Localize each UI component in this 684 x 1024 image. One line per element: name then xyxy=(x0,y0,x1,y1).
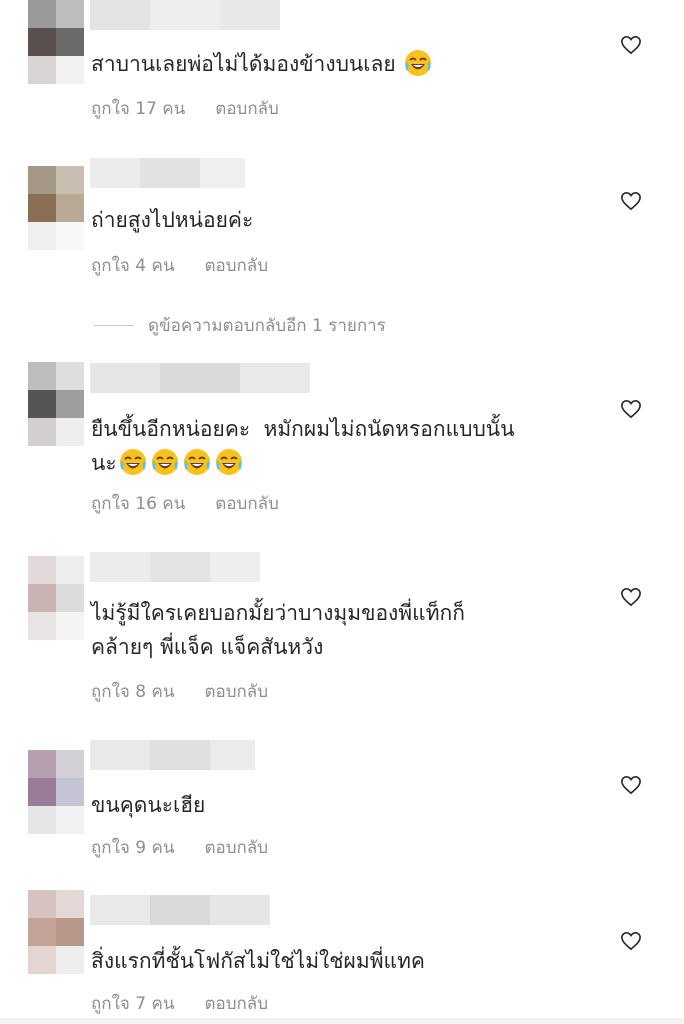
comment-text: สิ่งแรกที่ชั้นโฟกัสไม่ใช่ไม่ใช่ผมพี่แทค xyxy=(91,949,425,973)
like-count[interactable]: ถูกใจ 7 คน xyxy=(91,990,174,1017)
like-count[interactable]: ถูกใจ 9 คน xyxy=(91,834,174,861)
avatar[interactable] xyxy=(28,0,84,84)
username-blurred[interactable] xyxy=(90,0,280,30)
comment-text: ถ่ายสูงไปหน่อยค่ะ xyxy=(91,208,254,232)
username-blurred[interactable] xyxy=(90,552,260,582)
like-count[interactable]: ถูกใจ 4 คน xyxy=(91,252,174,279)
heart-outline-icon[interactable] xyxy=(620,775,642,795)
reply-button[interactable]: ตอบกลับ xyxy=(215,490,279,517)
reply-button[interactable]: ตอบกลับ xyxy=(204,252,268,279)
avatar[interactable] xyxy=(28,362,84,446)
comment-meta: ถูกใจ 16 คน ตอบกลับ xyxy=(91,490,279,517)
heart-outline-icon[interactable] xyxy=(620,587,642,607)
avatar[interactable] xyxy=(28,890,84,974)
comment-meta: ถูกใจ 9 คน ตอบกลับ xyxy=(91,834,268,861)
view-replies-label: ดูข้อความตอบกลับอีก 1 รายการ xyxy=(148,316,386,336)
comment-meta: ถูกใจ 4 คน ตอบกลับ xyxy=(91,252,268,279)
like-count[interactable]: ถูกใจ 16 คน xyxy=(91,490,185,517)
comment-text: ไม่รู้มีใครเคยบอกมั้ยว่าบางมุมของพี่แท็ก… xyxy=(91,601,465,659)
avatar[interactable] xyxy=(28,556,84,640)
face-with-tears-of-joy-emoji xyxy=(119,449,146,475)
reply-button[interactable]: ตอบกลับ xyxy=(204,678,268,705)
username-blurred[interactable] xyxy=(90,363,310,393)
face-with-tears-of-joy-emoji xyxy=(151,449,178,475)
username-blurred[interactable] xyxy=(90,158,245,188)
like-count[interactable]: ถูกใจ 17 คน xyxy=(91,95,185,122)
heart-outline-icon[interactable] xyxy=(620,35,642,55)
view-more-replies-button[interactable]: ดูข้อความตอบกลับอีก 1 รายการ xyxy=(94,312,386,339)
comment-meta: ถูกใจ 17 คน ตอบกลับ xyxy=(91,95,279,122)
comment-text: สาบานเลยพ่อไม่ได้มองข้างบนเลย xyxy=(91,47,591,81)
face-with-tears-of-joy-emoji xyxy=(405,50,432,76)
reply-button[interactable]: ตอบกลับ xyxy=(204,990,268,1017)
comment-text: ขนคุดนะเฮีย xyxy=(91,793,206,817)
face-with-tears-of-joy-emoji xyxy=(183,449,210,475)
username-blurred[interactable] xyxy=(90,895,270,925)
bottom-edge xyxy=(0,1018,684,1024)
comment-text: ยืนขึ้นอีกหน่อยคะ หมักผมไม่ถนัดหรอกแบบนั… xyxy=(91,417,515,475)
reply-button[interactable]: ตอบกลับ xyxy=(204,834,268,861)
comment-meta: ถูกใจ 7 คน ตอบกลับ xyxy=(91,990,268,1017)
divider-line xyxy=(94,325,134,326)
comment-meta: ถูกใจ 8 คน ตอบกลับ xyxy=(91,678,268,705)
heart-outline-icon[interactable] xyxy=(620,399,642,419)
avatar[interactable] xyxy=(28,750,84,834)
reply-button[interactable]: ตอบกลับ xyxy=(215,95,279,122)
face-with-tears-of-joy-emoji xyxy=(215,449,242,475)
username-blurred[interactable] xyxy=(90,740,255,770)
heart-outline-icon[interactable] xyxy=(620,931,642,951)
heart-outline-icon[interactable] xyxy=(620,191,642,211)
like-count[interactable]: ถูกใจ 8 คน xyxy=(91,678,174,705)
avatar[interactable] xyxy=(28,166,84,250)
